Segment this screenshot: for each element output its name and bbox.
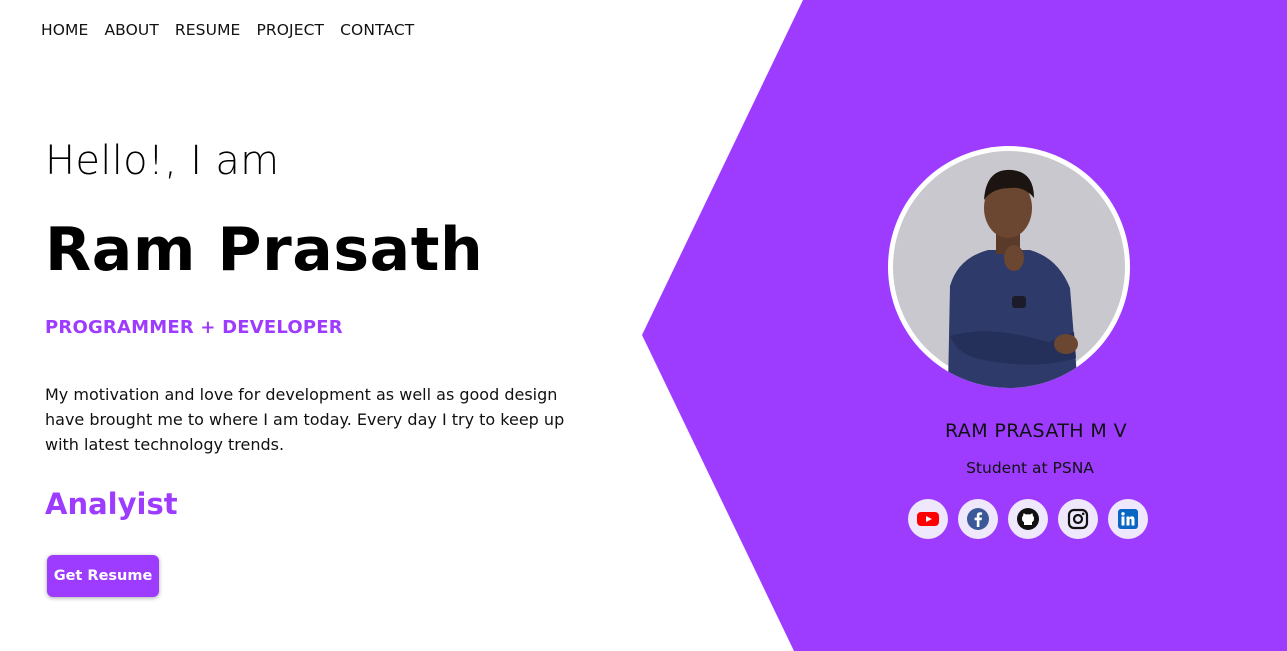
nav-contact[interactable]: CONTACT xyxy=(340,21,414,39)
nav-project[interactable]: PROJECT xyxy=(256,21,324,39)
greeting-text: Hello!, I am xyxy=(45,138,280,184)
social-links xyxy=(908,499,1148,539)
nav-resume[interactable]: RESUME xyxy=(175,21,241,39)
youtube-link[interactable] xyxy=(908,499,948,539)
instagram-link[interactable] xyxy=(1058,499,1098,539)
profile-photo-illustration xyxy=(893,151,1125,388)
portfolio-page: HOME ABOUT RESUME PROJECT CONTACT Hello!… xyxy=(0,0,1287,651)
typed-role-text: Analyist xyxy=(45,487,178,521)
github-link[interactable] xyxy=(1008,499,1048,539)
linkedin-icon xyxy=(1118,509,1138,529)
linkedin-link[interactable] xyxy=(1108,499,1148,539)
top-nav: HOME ABOUT RESUME PROJECT CONTACT xyxy=(41,21,414,39)
youtube-icon xyxy=(917,512,939,526)
get-resume-button[interactable]: Get Resume xyxy=(47,555,159,597)
github-icon xyxy=(1017,508,1039,530)
profile-photo xyxy=(888,146,1130,388)
facebook-link[interactable] xyxy=(958,499,998,539)
nav-about[interactable]: ABOUT xyxy=(104,21,158,39)
hero-role: PROGRAMMER + DEVELOPER xyxy=(45,317,343,338)
hero-bio: My motivation and love for development a… xyxy=(45,385,565,454)
nav-home[interactable]: HOME xyxy=(41,21,88,39)
profile-name: RAM PRASATH M V xyxy=(944,420,1128,442)
profile-subtitle: Student at PSNA xyxy=(966,459,1094,477)
instagram-icon xyxy=(1067,508,1089,530)
facebook-icon xyxy=(967,508,989,530)
hero-name: Ram Prasath xyxy=(45,215,484,285)
